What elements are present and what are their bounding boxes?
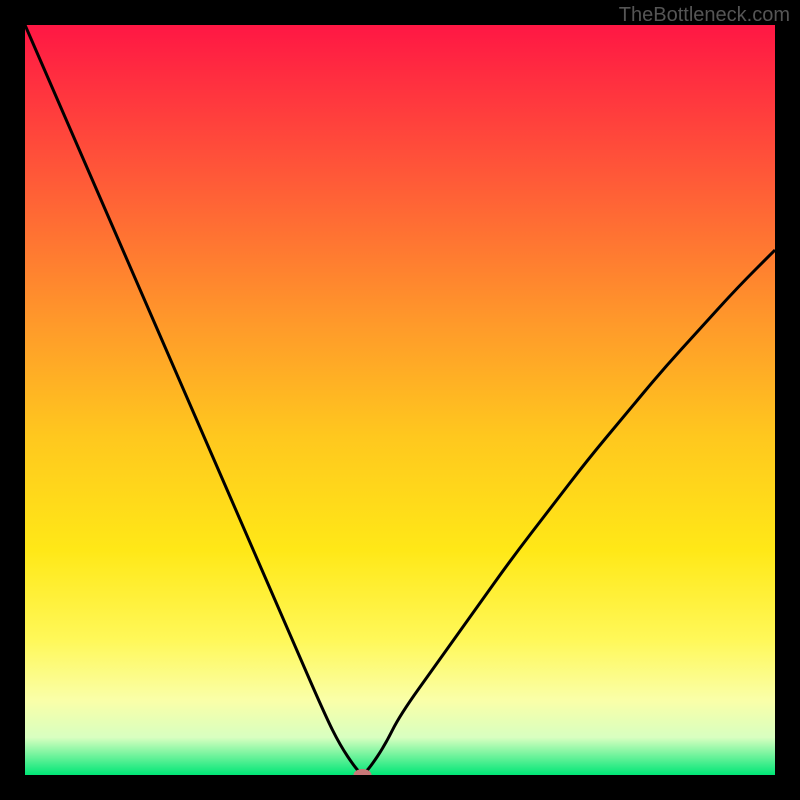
watermark-text: TheBottleneck.com: [619, 4, 790, 27]
chart-container: TheBottleneck.com: [0, 0, 800, 800]
gradient-background: [25, 25, 775, 775]
chart-svg: [25, 25, 775, 775]
plot-area: [25, 25, 775, 775]
